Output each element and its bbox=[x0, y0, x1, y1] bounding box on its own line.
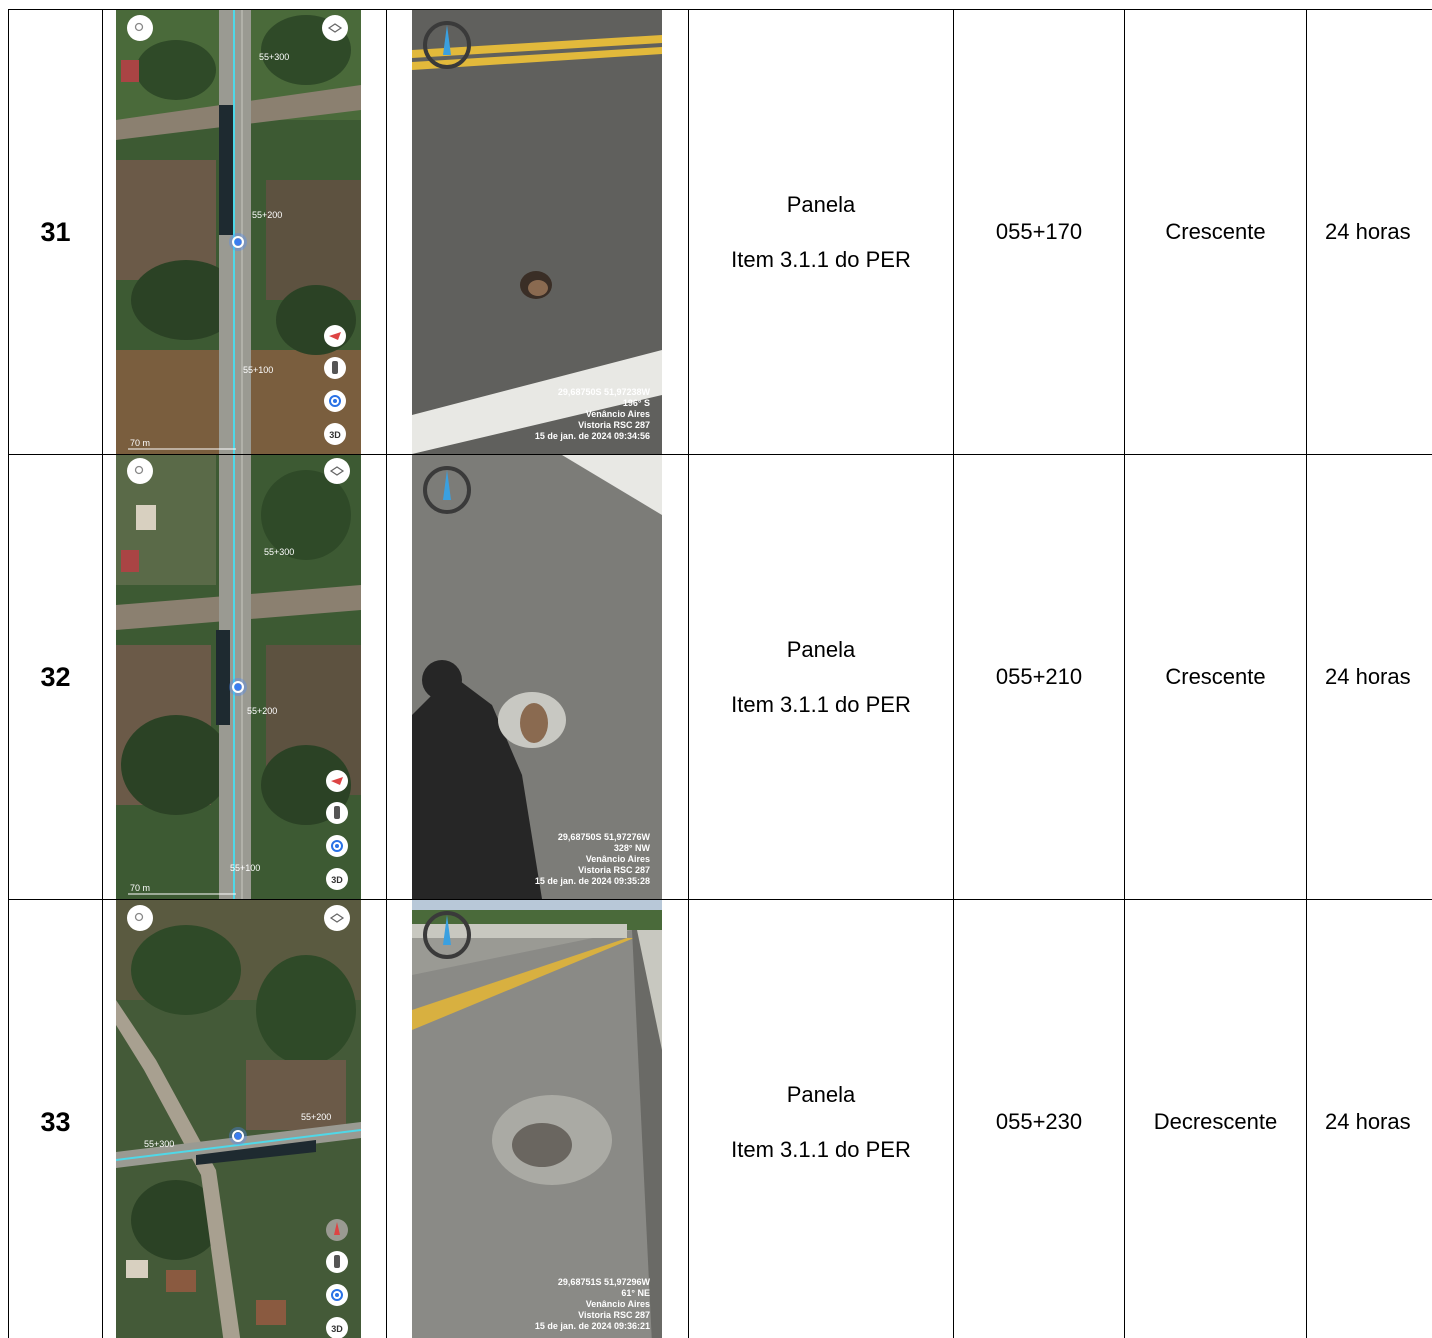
km-marker: 55+300 bbox=[144, 1139, 174, 1149]
photo-timestamp: 15 de jan. de 2024 09:36:21 bbox=[535, 1321, 650, 1331]
photo-timestamp: 15 de jan. de 2024 09:35:28 bbox=[535, 876, 650, 886]
km-marker: 55+200 bbox=[252, 210, 282, 220]
photo-coordinates: 29,68750S 51,97238W bbox=[558, 387, 651, 397]
km-marker: 55+200 bbox=[301, 1112, 331, 1122]
svg-text:3D: 3D bbox=[329, 430, 341, 440]
photo-heading: 61° NE bbox=[621, 1288, 650, 1298]
person-icon bbox=[334, 806, 340, 819]
road-photo: 29,68750S 51,97238W 196° S Venâncio Aire… bbox=[412, 10, 662, 454]
street-view-button[interactable] bbox=[324, 357, 346, 379]
item-number: 32 bbox=[8, 454, 103, 900]
photo-city: Venâncio Aires bbox=[586, 1299, 650, 1309]
deadline: 24 horas bbox=[1306, 9, 1432, 455]
km-marker: 55+300 bbox=[264, 547, 294, 557]
photo-city: Venâncio Aires bbox=[586, 854, 650, 864]
scale-label: 70 m bbox=[130, 438, 150, 448]
street-view-button[interactable] bbox=[326, 1251, 348, 1273]
map-layers-button[interactable] bbox=[324, 458, 350, 484]
3d-button[interactable]: 3D bbox=[324, 423, 346, 445]
direction: Crescente bbox=[1124, 454, 1307, 900]
road-photo: 29,68750S 51,97276W 328° NW Venâncio Air… bbox=[412, 455, 662, 899]
defect-reference: Item 3.1.1 do PER bbox=[731, 691, 911, 717]
defect-type: Panela bbox=[786, 191, 856, 217]
photo-coordinates: 29,68750S 51,97276W bbox=[558, 832, 651, 842]
person-icon bbox=[332, 361, 338, 374]
photo-cell: 29,68750S 51,97276W 328° NW Venâncio Air… bbox=[386, 454, 689, 900]
satellite-map: 55+300 55+200 55+100 70 m 3D bbox=[116, 455, 361, 899]
km-location: 055+230 bbox=[953, 899, 1125, 1338]
svg-text:3D: 3D bbox=[331, 1324, 343, 1334]
map-search-button[interactable] bbox=[127, 905, 153, 931]
street-view-button[interactable] bbox=[326, 802, 348, 824]
defect-type: Panela bbox=[786, 636, 856, 662]
satellite-map: 55+200 55+300 3D bbox=[116, 900, 361, 1338]
km-marker: 55+200 bbox=[247, 706, 277, 716]
defect-reference: Item 3.1.1 do PER bbox=[731, 246, 911, 272]
item-number: 33 bbox=[8, 899, 103, 1338]
map-cell: 55+300 55+200 55+100 70 m 3D bbox=[102, 9, 387, 455]
compass-button[interactable] bbox=[326, 770, 348, 792]
photo-cell: 29,68750S 51,97238W 196° S Venâncio Aire… bbox=[386, 9, 689, 455]
defect-type: Panela bbox=[786, 1081, 856, 1107]
km-marker: 55+100 bbox=[230, 863, 260, 873]
3d-button[interactable]: 3D bbox=[326, 1317, 348, 1338]
my-location-button[interactable] bbox=[326, 1284, 348, 1306]
compass-button[interactable] bbox=[324, 325, 346, 347]
photo-timestamp: 15 de jan. de 2024 09:34:56 bbox=[535, 431, 650, 441]
defect-description: Panela Item 3.1.1 do PER bbox=[688, 899, 954, 1338]
photo-heading: 328° NW bbox=[614, 843, 651, 853]
satellite-map: 55+300 55+200 55+100 70 m 3D bbox=[116, 10, 361, 454]
table-row: 31 55+300 55+200 55+100 70 m 3D 29,68750… bbox=[8, 9, 1432, 455]
direction: Crescente bbox=[1124, 9, 1307, 455]
document-page: 31 55+300 55+200 55+100 70 m 3D 29,68750… bbox=[0, 0, 1432, 1338]
photo-cell: 29,68751S 51,97296W 61° NE Venâncio Aire… bbox=[386, 899, 689, 1338]
map-layers-button[interactable] bbox=[322, 15, 348, 41]
road-photo: 29,68751S 51,97296W 61° NE Venâncio Aire… bbox=[412, 900, 662, 1338]
item-number: 31 bbox=[8, 9, 103, 455]
direction: Decrescente bbox=[1124, 899, 1307, 1338]
defect-description: Panela Item 3.1.1 do PER bbox=[688, 9, 954, 455]
deadline: 24 horas bbox=[1306, 454, 1432, 900]
defect-description: Panela Item 3.1.1 do PER bbox=[688, 454, 954, 900]
svg-text:3D: 3D bbox=[331, 875, 343, 885]
map-search-button[interactable] bbox=[127, 15, 153, 41]
defect-reference: Item 3.1.1 do PER bbox=[731, 1136, 911, 1162]
table-row: 32 55+300 55+200 55+100 70 m 3D 29,68750… bbox=[8, 454, 1432, 900]
km-location: 055+210 bbox=[953, 454, 1125, 900]
3d-button[interactable]: 3D bbox=[326, 868, 348, 890]
map-cell: 55+300 55+200 55+100 70 m 3D bbox=[102, 454, 387, 900]
photo-survey: Vistoria RSC 287 bbox=[578, 1310, 650, 1320]
map-search-button[interactable] bbox=[127, 458, 153, 484]
photo-heading: 196° S bbox=[623, 398, 650, 408]
km-marker: 55+300 bbox=[259, 52, 289, 62]
photo-survey: Vistoria RSC 287 bbox=[578, 420, 650, 430]
my-location-button[interactable] bbox=[326, 835, 348, 857]
table-row: 33 55+200 55+300 3D 29,68751S 51,97296W … bbox=[8, 899, 1432, 1338]
map-cell: 55+200 55+300 3D bbox=[102, 899, 387, 1338]
km-marker: 55+100 bbox=[243, 365, 273, 375]
compass-button[interactable] bbox=[326, 1219, 348, 1241]
photo-coordinates: 29,68751S 51,97296W bbox=[558, 1277, 651, 1287]
my-location-button[interactable] bbox=[324, 390, 346, 412]
photo-survey: Vistoria RSC 287 bbox=[578, 865, 650, 875]
inspection-table: 31 55+300 55+200 55+100 70 m 3D 29,68750… bbox=[8, 9, 1432, 1338]
person-icon bbox=[334, 1255, 340, 1268]
km-location: 055+170 bbox=[953, 9, 1125, 455]
map-layers-button[interactable] bbox=[324, 905, 350, 931]
scale-label: 70 m bbox=[130, 883, 150, 893]
photo-city: Venâncio Aires bbox=[586, 409, 650, 419]
deadline: 24 horas bbox=[1306, 899, 1432, 1338]
